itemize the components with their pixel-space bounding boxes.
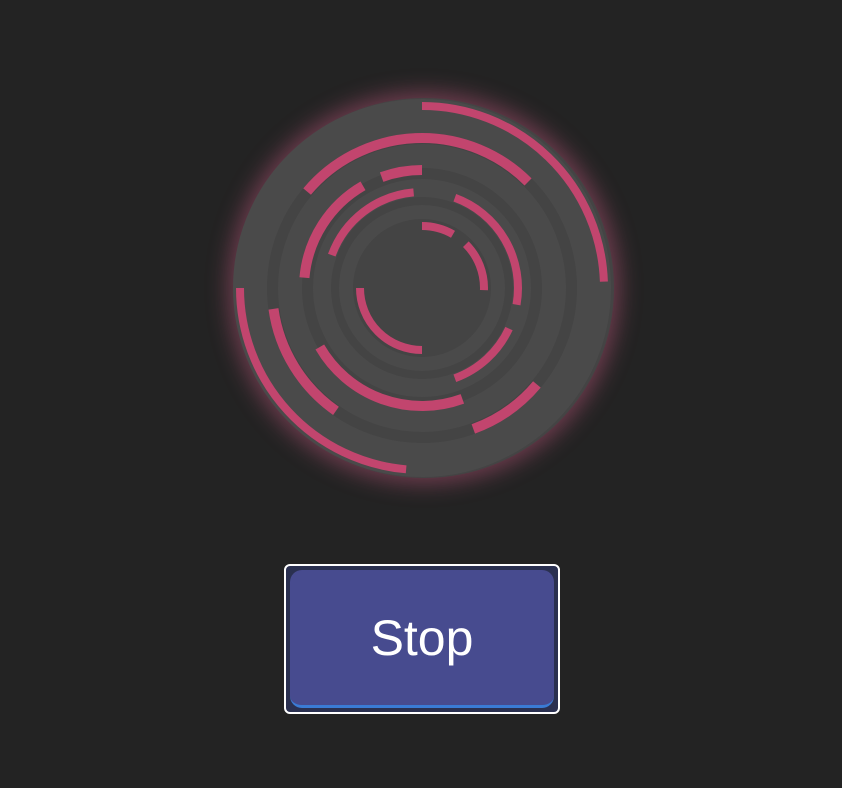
stop-button[interactable]: Stop (284, 564, 560, 714)
loading-spinner (222, 88, 622, 488)
stop-button-label: Stop (370, 609, 474, 666)
stop-button-face: Stop (290, 570, 554, 708)
concentric-rings-spinner-icon (233, 99, 611, 477)
spinner-arc (379, 165, 423, 182)
spinner-ring (339, 205, 505, 371)
app-stage: Stop (0, 0, 842, 788)
spinner-arc (421, 222, 455, 238)
